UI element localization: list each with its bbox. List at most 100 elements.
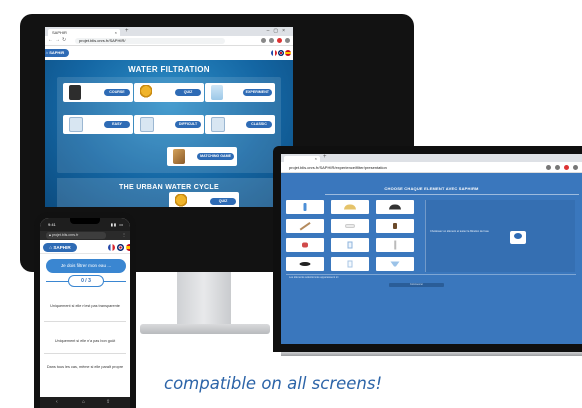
element-gravel[interactable]	[376, 200, 414, 214]
charcoal-icon	[299, 262, 311, 266]
selection-note: Les éléments sélectionnés apparaissent i…	[289, 276, 339, 279]
tile-experiment[interactable]: EXPERIMENT	[205, 83, 275, 102]
info-button[interactable]	[510, 231, 526, 244]
extension-icon[interactable]	[564, 165, 569, 170]
tile-label: EXPERIMENT	[242, 89, 272, 96]
phone-status-bar: 9:41 ▮▮ ▭	[40, 218, 130, 231]
element-water-bottle[interactable]	[286, 200, 324, 214]
saphir-home-button[interactable]: ⌂ SAPHIR	[45, 49, 69, 57]
quiz-question: Je dois filtrer mon eau ...	[46, 259, 126, 273]
section-title: WATER FILTRATION	[128, 65, 210, 74]
element-straw[interactable]	[376, 238, 414, 252]
profile-icon[interactable]	[573, 165, 578, 170]
tile-label: QUIZ	[210, 198, 236, 205]
cards-icon	[140, 117, 154, 132]
address-bar[interactable]: 🔒︎ projet.blis.cnrs.fr	[46, 232, 106, 239]
element-glass[interactable]	[331, 238, 369, 252]
water-filtration-section: WATER FILTRATION COURSE QUIZ EXPERIMENT …	[45, 60, 293, 207]
saphir-home-button[interactable]: ⌂ SAPHIR	[43, 243, 77, 252]
element-sand[interactable]	[331, 200, 369, 214]
desktop-screen: SAPHIR × + –▢× ←→↻ projet.blis.cnrs.fr/S…	[45, 27, 293, 207]
divider	[44, 353, 126, 354]
flag-fr-icon[interactable]	[108, 244, 115, 251]
close-tab-icon[interactable]: ×	[315, 156, 317, 161]
back-icon[interactable]: ‹	[56, 399, 58, 405]
answer-option-1[interactable]: Uniquement si elle n'est pas transparent…	[44, 304, 126, 309]
tile-course[interactable]: COURSE	[63, 83, 133, 102]
flag-uk-icon[interactable]	[117, 244, 124, 251]
element-charcoal[interactable]	[286, 257, 324, 271]
divider	[286, 274, 576, 275]
element-cotton[interactable]	[331, 219, 369, 233]
divider	[325, 194, 579, 195]
gravel-icon	[389, 204, 401, 210]
close-tab-icon[interactable]: ×	[115, 29, 117, 36]
tile-easy[interactable]: EASY	[63, 115, 133, 134]
element-grid	[286, 200, 424, 272]
browser-tab-strip: SAPHIR × + –▢×	[45, 27, 293, 36]
profile-icon[interactable]	[285, 38, 290, 43]
zoom-icon[interactable]	[546, 165, 551, 170]
tile-quiz-cycle[interactable]: QUIZ	[169, 192, 239, 207]
tab-count-button[interactable]: ⋮	[122, 232, 126, 237]
tagline: compatible on all screens!	[164, 374, 383, 393]
share-icon[interactable]: ⇪	[106, 399, 110, 405]
phone-notch	[70, 218, 100, 224]
app-name: SAPHIR	[53, 245, 71, 250]
bookmark-icon[interactable]	[555, 165, 560, 170]
address-bar-row: ←→↻ projet.blis.cnrs.fr/SAPHIR/	[45, 36, 293, 46]
element-jar[interactable]	[376, 219, 414, 233]
laptop-screen: × + projet.blis.cnrs.fr/SAPHIR/experienc…	[281, 154, 582, 344]
cards-icon	[69, 117, 83, 132]
status-time: 9:41	[48, 222, 56, 227]
browser-extensions[interactable]	[546, 165, 578, 170]
sand-icon	[344, 204, 356, 210]
phone-screen: 9:41 ▮▮ ▭ 🔒︎ projet.blis.cnrs.fr ⋮ ⌂ SAP…	[40, 218, 130, 408]
start-button[interactable]: Commencer	[389, 283, 444, 287]
flag-es-icon[interactable]	[285, 50, 291, 56]
address-bar[interactable]: projet.blis.cnrs.fr/SAPHIR/	[75, 38, 225, 44]
browser-tab-strip: × +	[281, 154, 582, 162]
home-nav-icon[interactable]: ⌂	[82, 399, 85, 405]
tile-matching-game[interactable]: MATCHING GAME	[167, 147, 237, 166]
tile-classic[interactable]: CLASSIC	[205, 115, 275, 134]
language-switcher	[271, 50, 291, 56]
zoom-icon[interactable]	[269, 38, 274, 43]
tile-label: COURSE	[104, 89, 130, 96]
browser-extensions[interactable]	[261, 38, 290, 43]
water-pipes-icon	[173, 149, 185, 164]
element-funnel[interactable]	[376, 257, 414, 271]
tile-quiz[interactable]: QUIZ	[134, 83, 204, 102]
element-stick[interactable]	[286, 219, 324, 233]
element-cup[interactable]	[331, 257, 369, 271]
jar-icon	[393, 223, 397, 229]
tile-label: QUIZ	[175, 89, 201, 96]
tile-difficult[interactable]: DIFFICULT	[134, 115, 204, 134]
experiment-heading: CHOOSE CHAQUE ELEMENT AVEC SAPHIRM	[384, 186, 479, 191]
new-tab-icon[interactable]: +	[125, 28, 129, 34]
address-bar-row: projet.blis.cnrs.fr/SAPHIR/experience/fi…	[281, 162, 582, 173]
divider	[44, 321, 126, 322]
activities-panel: COURSE QUIZ EXPERIMENT EASY DIFFICULT CL…	[57, 77, 281, 173]
nav-buttons[interactable]: ←→↻	[48, 37, 68, 43]
app-header: ⌂ SAPHIR	[40, 240, 130, 254]
flag-es-icon[interactable]	[126, 244, 130, 251]
browser-tab-title: SAPHIR	[52, 30, 67, 35]
flag-uk-icon[interactable]	[278, 50, 284, 56]
element-tools[interactable]	[286, 238, 324, 252]
answer-option-2[interactable]: Uniquement si elle n'a pas bon goût	[44, 339, 126, 344]
new-tab-icon[interactable]: +	[323, 154, 327, 160]
address-bar[interactable]: projet.blis.cnrs.fr/SAPHIR/experience/fi…	[289, 164, 469, 171]
window-controls[interactable]: –▢×	[267, 28, 289, 34]
urban-water-cycle-section: THE URBAN WATER CYCLE QUIZ	[57, 178, 281, 207]
extension-icon[interactable]	[277, 38, 282, 43]
phone-nav-bar: ‹ ⌂ ⇪	[40, 397, 130, 408]
flag-fr-icon[interactable]	[271, 50, 277, 56]
scissors-icon	[302, 242, 308, 248]
answer-option-3[interactable]: Dans tous les cas, même si elle paraît p…	[44, 365, 126, 370]
browser-tab[interactable]: SAPHIR ×	[48, 29, 120, 36]
question-counter: 0 / 3	[68, 275, 104, 287]
funnel-icon	[390, 261, 400, 267]
bookmark-icon[interactable]	[261, 38, 266, 43]
tile-label: DIFFICULT	[175, 121, 201, 128]
